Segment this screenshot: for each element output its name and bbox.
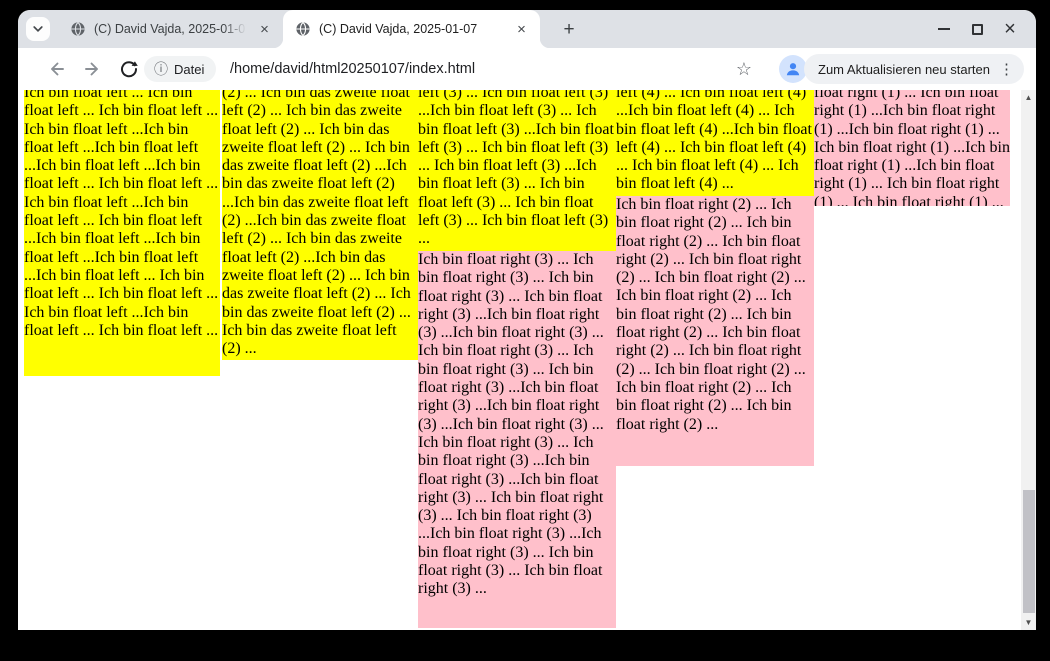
maximize-icon	[972, 24, 983, 35]
tab-title: (C) David Vajda, 2025-01-07	[94, 22, 248, 36]
float-left-block-4: left (4) ... Ich bin float left (4) ...I…	[616, 90, 814, 196]
float-left-block-1: Ich bin float left ... Ich bin float lef…	[24, 90, 220, 376]
tab-2-active[interactable]: (C) David Vajda, 2025-01-07 ×	[283, 10, 540, 48]
forward-button[interactable]	[81, 57, 105, 81]
float-right-block-1: float right (1) ... Ich bin float right …	[814, 90, 1010, 206]
scroll-down-icon[interactable]: ▼	[1021, 616, 1036, 629]
scroll-up-icon[interactable]: ▲	[1021, 91, 1036, 104]
back-button[interactable]	[44, 57, 68, 81]
close-button[interactable]: ×	[998, 17, 1022, 41]
url-scheme-chip[interactable]: ⓘ Datei	[144, 56, 216, 82]
minimize-button[interactable]	[932, 17, 956, 41]
float-right-block-2: Ich bin float right (2) ... Ich bin floa…	[616, 196, 814, 466]
reload-button[interactable]	[117, 57, 141, 81]
forward-arrow-icon	[83, 59, 103, 79]
float-left-block-3: left (3) ... Ich bin float left (3) ...I…	[418, 90, 616, 251]
float-left-block-2: (2) ... Ich bin das zweite float left (2…	[222, 90, 418, 360]
back-arrow-icon	[46, 59, 66, 79]
person-icon	[784, 60, 802, 78]
vertical-scrollbar[interactable]: ▲ ▼	[1021, 90, 1036, 630]
globe-icon	[295, 21, 311, 37]
profile-avatar[interactable]	[779, 55, 807, 83]
tab-close-icon[interactable]: ×	[513, 21, 530, 38]
globe-icon	[70, 21, 86, 37]
restart-to-update-button[interactable]: Zum Aktualisieren neu starten ⋮	[804, 54, 1024, 84]
tab-title: (C) David Vajda, 2025-01-07	[319, 22, 505, 36]
chevron-down-icon	[31, 22, 45, 36]
new-tab-button[interactable]: +	[556, 17, 582, 43]
browser-window: (C) David Vajda, 2025-01-07 × (C) David …	[18, 10, 1036, 630]
page-viewport: Ich bin float left ... Ich bin float lef…	[18, 90, 1036, 630]
minimize-icon	[938, 28, 950, 30]
address-bar[interactable]: /home/david/html20250107/index.html	[230, 48, 475, 90]
bookmark-star-icon[interactable]: ☆	[732, 57, 756, 81]
tab-search-button[interactable]	[26, 17, 50, 41]
chip-label: Datei	[174, 62, 204, 77]
scrollbar-thumb[interactable]	[1023, 490, 1035, 613]
float-right-block-3: Ich bin float right (3) ... Ich bin floa…	[418, 251, 616, 628]
info-icon: ⓘ	[154, 59, 168, 79]
maximize-button[interactable]	[965, 17, 989, 41]
reload-icon	[119, 59, 139, 79]
window-controls: ×	[932, 10, 1022, 48]
tab-close-icon[interactable]: ×	[256, 21, 273, 38]
toolbar: ⓘ Datei /home/david/html20250107/index.h…	[18, 48, 1036, 90]
tab-strip: (C) David Vajda, 2025-01-07 × (C) David …	[18, 10, 1036, 48]
tab-1[interactable]: (C) David Vajda, 2025-01-07 ×	[58, 10, 283, 48]
restart-label: Zum Aktualisieren neu starten	[818, 62, 990, 77]
menu-dots-icon: ⋮	[999, 62, 1014, 77]
